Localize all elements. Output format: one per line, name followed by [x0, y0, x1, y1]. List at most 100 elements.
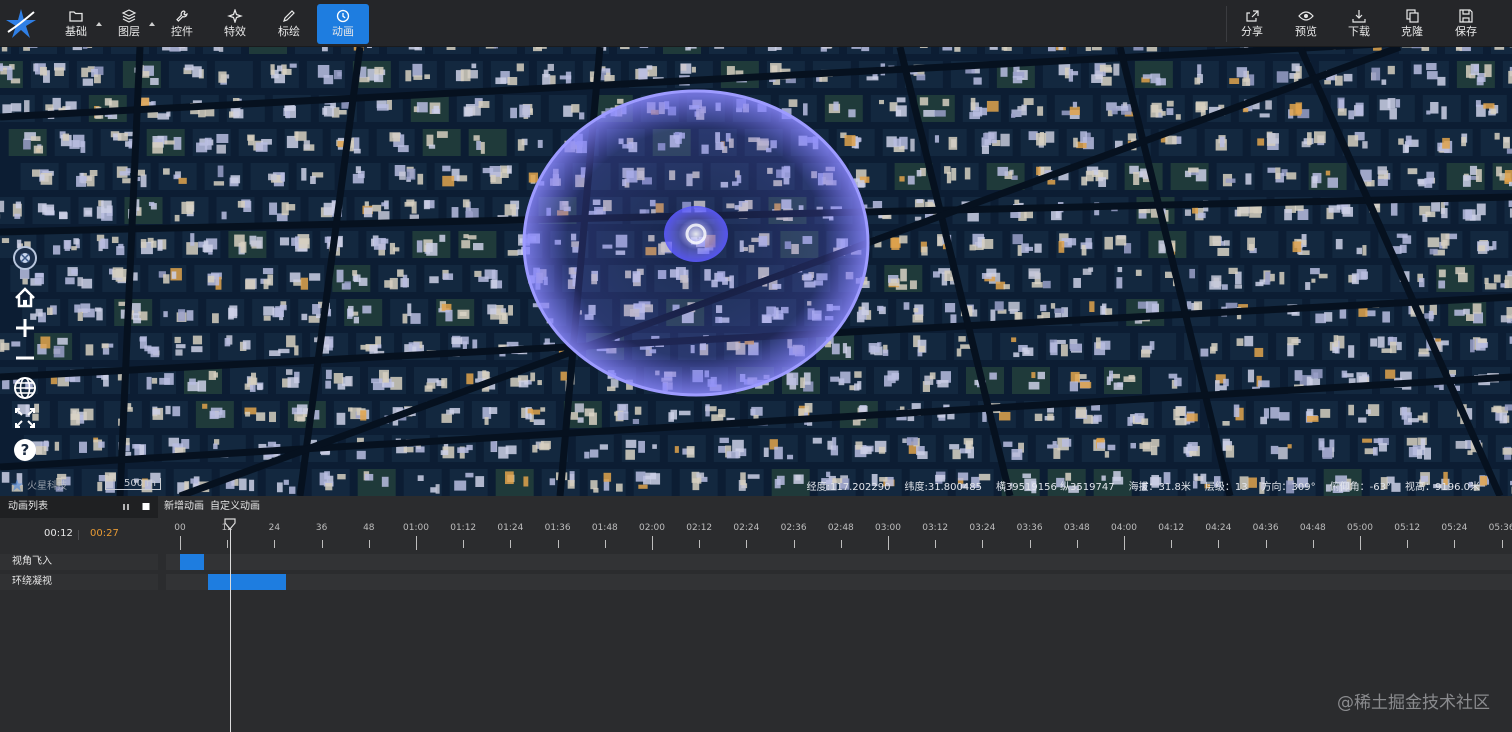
- save-button[interactable]: 保存: [1440, 4, 1492, 44]
- building: [399, 171, 406, 180]
- building: [903, 302, 910, 310]
- building: [1356, 269, 1367, 280]
- building: [358, 277, 368, 286]
- building: [484, 417, 489, 425]
- building: [1085, 47, 1092, 52]
- tool-layers-label: 图层: [118, 25, 140, 38]
- building: [1023, 98, 1034, 106]
- building: [76, 175, 87, 187]
- zoom-in-icon[interactable]: [8, 313, 42, 343]
- track-label-orbit[interactable]: 环绕凝视: [0, 574, 158, 590]
- building: [1355, 102, 1364, 116]
- building: [1050, 303, 1056, 309]
- animation-clip[interactable]: [180, 554, 204, 570]
- building: [726, 451, 739, 459]
- building: [462, 199, 470, 208]
- building: [89, 169, 98, 176]
- tool-effects[interactable]: 特效: [209, 4, 261, 44]
- building: [262, 268, 274, 275]
- track-label-fly-in[interactable]: 视角飞入: [0, 554, 158, 570]
- building: [359, 76, 370, 83]
- tool-basic[interactable]: 基础: [50, 4, 102, 44]
- building: [426, 382, 436, 389]
- building: [1265, 100, 1272, 110]
- tool-plot[interactable]: 标绘: [263, 4, 315, 44]
- building: [382, 372, 388, 383]
- building: [1244, 335, 1254, 347]
- building: [878, 446, 886, 454]
- ruler-tick: [416, 536, 417, 550]
- building: [1113, 382, 1123, 390]
- building: [1502, 447, 1512, 455]
- track-fly-in[interactable]: [166, 554, 1512, 570]
- zoom-out-icon[interactable]: [8, 343, 42, 373]
- building: [981, 145, 989, 154]
- building: [507, 250, 519, 256]
- help-icon[interactable]: ?: [8, 435, 42, 465]
- download-label: 下载: [1348, 25, 1370, 38]
- building: [1462, 209, 1472, 220]
- building: [787, 454, 794, 460]
- building: [1150, 445, 1158, 456]
- clone-button[interactable]: 克隆: [1386, 4, 1438, 44]
- building: [851, 47, 862, 49]
- pause-icon[interactable]: [120, 500, 132, 514]
- compass-icon[interactable]: [8, 243, 42, 273]
- map-viewport[interactable]: ? 火星科技 500 m 经度:117.202290 纬度:31.800485 横3…: [0, 47, 1512, 496]
- building: [1089, 301, 1095, 313]
- globe-icon[interactable]: [8, 373, 42, 403]
- building: [83, 408, 94, 421]
- building: [719, 437, 729, 444]
- tool-layers[interactable]: 图层: [103, 4, 155, 44]
- building: [1069, 381, 1079, 392]
- playhead-handle-icon[interactable]: [224, 518, 236, 530]
- ruler-tick: [557, 540, 559, 548]
- building: [1008, 301, 1020, 312]
- tool-animation[interactable]: 动画: [317, 4, 369, 44]
- playhead-line[interactable]: [230, 520, 231, 732]
- building: [212, 313, 219, 324]
- building: [146, 376, 152, 390]
- building: [507, 77, 518, 86]
- building: [480, 141, 485, 154]
- download-button[interactable]: 下载: [1333, 4, 1385, 44]
- building: [1315, 313, 1326, 324]
- building: [152, 142, 163, 154]
- add-animation-button[interactable]: 新增动画: [164, 500, 204, 514]
- building: [902, 438, 907, 443]
- building: [950, 314, 957, 324]
- fullscreen-icon[interactable]: [8, 403, 42, 433]
- tool-basic-label: 基础: [65, 25, 87, 38]
- building: [934, 135, 940, 143]
- building: [1504, 404, 1512, 411]
- building: [165, 405, 171, 415]
- tool-controls[interactable]: 控件: [156, 4, 208, 44]
- preview-button[interactable]: 预览: [1280, 4, 1332, 44]
- track-orbit[interactable]: [166, 574, 1512, 590]
- time-ruler[interactable]: 00 12 24 36 48 01:00 01:12 01:24 01:36 01:48 02:00…: [158, 518, 1512, 552]
- building: [111, 236, 119, 244]
- ruler-tick: [652, 536, 653, 550]
- building: [944, 303, 956, 313]
- custom-animation-button[interactable]: 自定义动画: [210, 500, 260, 514]
- animation-clip[interactable]: [207, 574, 287, 590]
- building: [916, 74, 926, 81]
- building: [1387, 65, 1395, 75]
- building: [1034, 243, 1042, 253]
- home-icon[interactable]: [8, 283, 42, 313]
- share-button[interactable]: 分享: [1226, 4, 1278, 44]
- building: [1047, 413, 1054, 421]
- building: [1307, 132, 1312, 146]
- status-item: 经度:117.202290: [806, 482, 891, 493]
- building: [803, 103, 808, 116]
- clone-icon: [1406, 9, 1419, 23]
- building: [282, 68, 292, 75]
- building: [1347, 135, 1359, 147]
- building: [337, 383, 346, 390]
- building: [360, 410, 367, 421]
- building: [344, 281, 351, 290]
- building: [1401, 406, 1407, 420]
- building: [1483, 103, 1495, 109]
- building: [1248, 244, 1254, 251]
- stop-icon[interactable]: [140, 500, 152, 514]
